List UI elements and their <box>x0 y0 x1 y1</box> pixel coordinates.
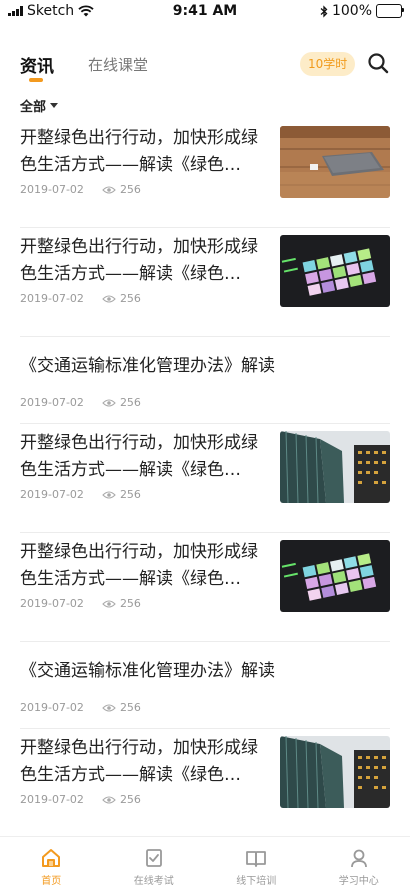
tabbar-label: 首页 <box>41 872 61 887</box>
article-title: 开整绿色出行行动，加快形成绿色生活方式——解读《绿色… <box>20 735 270 789</box>
article-date: 2019-07-02 <box>20 793 84 806</box>
article-item[interactable]: 开整绿色出行行动，加快形成绿色生活方式——解读《绿色… 2019-07-02 2… <box>20 729 390 838</box>
eye-icon <box>102 795 116 805</box>
exam-icon <box>143 847 165 869</box>
article-date: 2019-07-02 <box>20 396 84 409</box>
eye-icon <box>102 185 116 195</box>
article-date: 2019-07-02 <box>20 292 84 305</box>
article-meta: 2019-07-02 256 <box>20 488 141 501</box>
tabbar-label: 线下培训 <box>236 872 276 887</box>
article-thumbnail-launchpad <box>280 235 390 307</box>
home-icon <box>40 847 62 869</box>
article-title: 开整绿色出行行动，加快形成绿色生活方式——解读《绿色… <box>20 234 270 288</box>
view-count: 256 <box>120 701 141 714</box>
bluetooth-icon <box>320 5 328 18</box>
article-thumbnail-skyscrapers <box>280 431 390 503</box>
article-title: 开整绿色出行行动，加快形成绿色生活方式——解读《绿色… <box>20 125 270 179</box>
study-hours-badge[interactable]: 10学时 <box>300 52 355 76</box>
battery-percent: 100% <box>332 3 372 19</box>
search-icon[interactable] <box>366 51 390 75</box>
eye-icon <box>102 703 116 713</box>
status-right: 100% <box>320 3 402 19</box>
article-item[interactable]: 开整绿色出行行动，加快形成绿色生活方式——解读《绿色… 2019-07-02 2… <box>20 119 390 228</box>
article-views: 256 <box>102 396 141 409</box>
article-meta: 2019-07-02 256 <box>20 183 141 196</box>
tabbar-item-training[interactable]: 线下培训 <box>205 837 308 893</box>
article-views: 256 <box>102 292 141 305</box>
article-meta: 2019-07-02 256 <box>20 793 141 806</box>
article-item[interactable]: 《交通运输标准化管理办法》解读 2019-07-02 256 <box>20 642 390 729</box>
eye-icon <box>102 490 116 500</box>
article-thumbnail-skyscrapers <box>280 736 390 808</box>
article-views: 256 <box>102 597 141 610</box>
article-thumbnail-launchpad <box>280 540 390 612</box>
user-icon <box>348 847 370 869</box>
article-date: 2019-07-02 <box>20 597 84 610</box>
article-views: 256 <box>102 488 141 501</box>
caret-down-icon <box>50 103 58 108</box>
view-count: 256 <box>120 597 141 610</box>
eye-icon <box>102 599 116 609</box>
article-thumbnail-laptop <box>280 126 390 198</box>
tabbar-item-exam[interactable]: 在线考试 <box>103 837 206 893</box>
view-count: 256 <box>120 488 141 501</box>
article-views: 256 <box>102 183 141 196</box>
article-item[interactable]: 《交通运输标准化管理办法》解读 2019-07-02 256 <box>20 337 390 424</box>
battery-icon <box>376 4 402 18</box>
article-meta: 2019-07-02 256 <box>20 292 141 305</box>
article-meta: 2019-07-02 256 <box>20 396 141 409</box>
article-date: 2019-07-02 <box>20 488 84 501</box>
filter-label: 全部 <box>20 96 46 115</box>
category-filter[interactable]: 全部 <box>20 96 58 115</box>
eye-icon <box>102 398 116 408</box>
view-count: 256 <box>120 396 141 409</box>
tabbar-label: 学习中心 <box>339 872 379 887</box>
view-count: 256 <box>120 292 141 305</box>
view-count: 256 <box>120 793 141 806</box>
article-date: 2019-07-02 <box>20 701 84 714</box>
article-title: 《交通运输标准化管理办法》解读 <box>20 353 390 380</box>
eye-icon <box>102 294 116 304</box>
article-date: 2019-07-02 <box>20 183 84 196</box>
tab-online-class[interactable]: 在线课堂 <box>88 54 148 75</box>
bottom-tab-bar: 首页 在线考试 线下培训 学习中心 <box>0 836 410 893</box>
article-views: 256 <box>102 793 141 806</box>
article-item[interactable]: 开整绿色出行行动，加快形成绿色生活方式——解读《绿色… 2019-07-02 2… <box>20 424 390 533</box>
article-meta: 2019-07-02 256 <box>20 597 141 610</box>
article-meta: 2019-07-02 256 <box>20 701 141 714</box>
tabbar-label: 在线考试 <box>134 872 174 887</box>
book-icon <box>245 847 267 869</box>
tab-news[interactable]: 资讯 <box>20 52 54 77</box>
view-count: 256 <box>120 183 141 196</box>
article-item[interactable]: 开整绿色出行行动，加快形成绿色生活方式——解读《绿色… 2019-07-02 2… <box>20 228 390 337</box>
article-title: 开整绿色出行行动，加快形成绿色生活方式——解读《绿色… <box>20 430 270 484</box>
tabbar-item-home[interactable]: 首页 <box>0 837 103 893</box>
article-list: 开整绿色出行行动，加快形成绿色生活方式——解读《绿色… 2019-07-02 2… <box>20 119 390 838</box>
top-nav: 资讯 在线课堂 10学时 <box>0 42 410 86</box>
tabbar-item-learning-center[interactable]: 学习中心 <box>308 837 410 893</box>
active-tab-indicator <box>29 78 43 82</box>
article-views: 256 <box>102 701 141 714</box>
article-title: 开整绿色出行行动，加快形成绿色生活方式——解读《绿色… <box>20 539 270 593</box>
status-bar: Sketch 9:41 AM 100% <box>0 0 410 24</box>
article-title: 《交通运输标准化管理办法》解读 <box>20 658 390 685</box>
article-item[interactable]: 开整绿色出行行动，加快形成绿色生活方式——解读《绿色… 2019-07-02 2… <box>20 533 390 642</box>
